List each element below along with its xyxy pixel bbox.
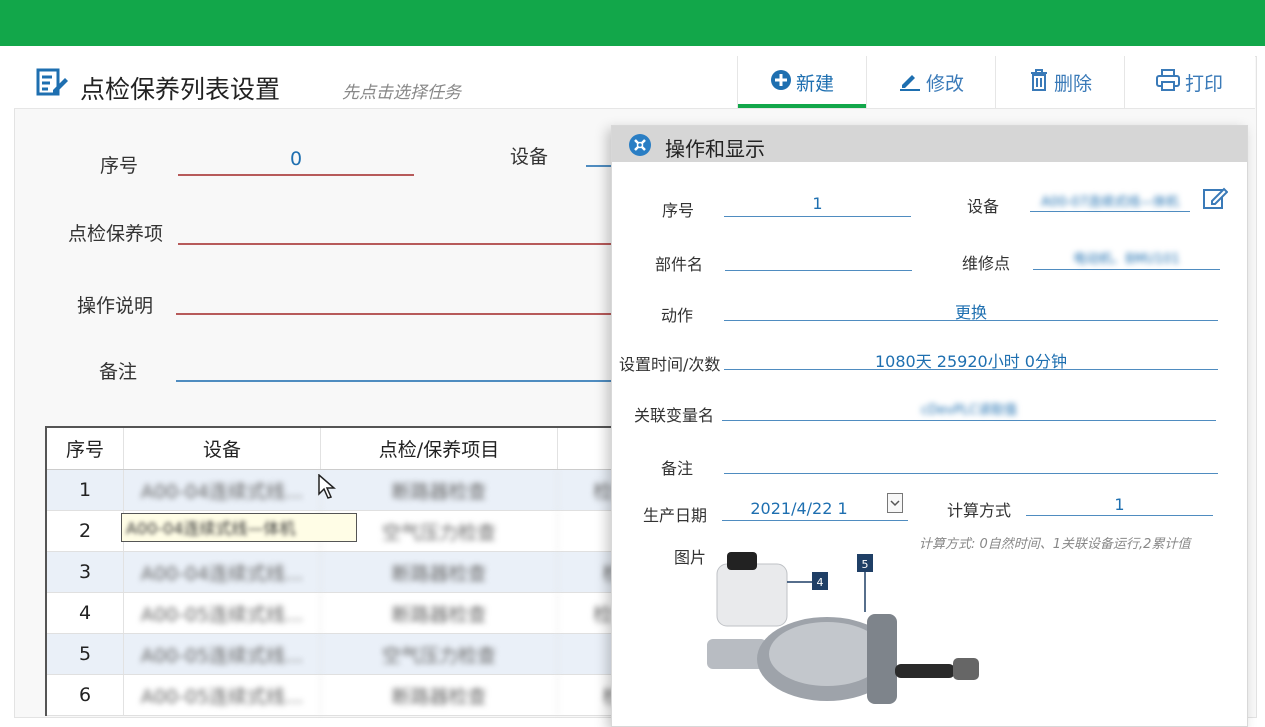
table-row[interactable]: 3 A00-04连续式线... 断路器检查 检 bbox=[47, 552, 667, 593]
panel-repair-value[interactable]: 电动机、BMU101 bbox=[1033, 248, 1220, 267]
edit-button[interactable]: 修改 bbox=[866, 56, 995, 108]
panel-calc-label: 计算方式 bbox=[947, 501, 1012, 520]
new-label: 新建 bbox=[795, 72, 834, 95]
panel-date-line bbox=[722, 520, 908, 521]
panel-calc-value[interactable]: 1 bbox=[1026, 495, 1213, 514]
callout-5: 5 bbox=[862, 558, 869, 571]
item-field[interactable] bbox=[178, 243, 614, 245]
trash-icon bbox=[1028, 68, 1050, 97]
row-item: 断路器检查 bbox=[321, 552, 558, 592]
delete-label: 删除 bbox=[1053, 72, 1092, 95]
page-hint: 先点击选择任务 bbox=[342, 83, 461, 103]
panel-note-label: 备注 bbox=[661, 459, 694, 478]
edit-square-icon[interactable] bbox=[1202, 186, 1229, 214]
panel-device-label: 设备 bbox=[967, 197, 1000, 216]
panel-var-label: 关联变量名 bbox=[634, 406, 715, 425]
panel-var-line bbox=[722, 420, 1216, 421]
table-row[interactable]: 6 A00-05连续式线... 断路器检查 检 bbox=[47, 675, 667, 716]
panel-action-label: 动作 bbox=[661, 306, 694, 325]
panel-action-line bbox=[724, 320, 1218, 321]
header-seq[interactable]: 序号 bbox=[47, 428, 124, 469]
row-item: 断路器检查 bbox=[321, 593, 558, 633]
panel-repair-line bbox=[1033, 269, 1220, 270]
mouse-cursor-icon bbox=[318, 473, 337, 504]
delete-button[interactable]: 删除 bbox=[995, 56, 1124, 108]
row-device: A00-04连续式线... bbox=[124, 470, 321, 510]
title-bar: 点检保养列表设置 先点击选择任务 新建 修改 删除 打印 bbox=[14, 56, 1255, 109]
seq-value[interactable]: 0 bbox=[178, 148, 414, 170]
row-seq: 6 bbox=[47, 675, 124, 715]
device-field-line[interactable] bbox=[586, 165, 614, 167]
panel-date-label: 生产日期 bbox=[643, 506, 708, 525]
tooltip-text: A00-04连续式线—体机 bbox=[126, 519, 296, 538]
table-row[interactable]: 1 A00-04连续式线... 断路器检查 检查 bbox=[47, 470, 667, 511]
desc-label: 操作说明 bbox=[77, 295, 154, 317]
plus-circle-icon bbox=[770, 69, 792, 96]
row-seq: 4 bbox=[47, 593, 124, 633]
seq-field-line bbox=[178, 174, 414, 176]
panel-part-label: 部件名 bbox=[655, 255, 704, 274]
panel-part-line bbox=[725, 270, 912, 271]
edit-label: 修改 bbox=[925, 72, 964, 95]
header-device[interactable]: 设备 bbox=[124, 428, 321, 469]
panel-time-label: 设置时间/次数 bbox=[619, 355, 721, 374]
row-device: A00-05连续式线... bbox=[124, 634, 321, 674]
tools-icon bbox=[628, 133, 652, 161]
print-button[interactable]: 打印 bbox=[1124, 56, 1253, 108]
panel-seq-value[interactable]: 1 bbox=[724, 194, 911, 213]
row-seq: 3 bbox=[47, 552, 124, 592]
desc-field[interactable] bbox=[176, 313, 614, 315]
row-seq: 1 bbox=[47, 470, 124, 510]
top-green-bar bbox=[0, 0, 1265, 46]
panel-device-line bbox=[1030, 211, 1190, 212]
panel-header: 操作和显示 bbox=[612, 126, 1247, 162]
table-row[interactable]: 4 A00-05连续式线... 断路器检查 检查 bbox=[47, 593, 667, 634]
row-device: A00-05连续式线... bbox=[124, 675, 321, 715]
toolbar: 新建 修改 删除 打印 bbox=[737, 56, 1253, 108]
header-item[interactable]: 点检/保养项目 bbox=[321, 428, 558, 469]
panel-seq-line bbox=[724, 216, 911, 217]
part-image[interactable]: 4 5 bbox=[707, 544, 1007, 718]
callout-4: 4 bbox=[817, 576, 824, 589]
checklist-icon bbox=[36, 68, 68, 102]
panel-title: 操作和显示 bbox=[665, 137, 765, 161]
panel-repair-label: 维修点 bbox=[962, 254, 1011, 273]
seq-label: 序号 bbox=[100, 155, 139, 177]
row-seq: 2 bbox=[47, 511, 124, 551]
panel-device-value[interactable]: A00-07连续式线—体机 bbox=[1030, 191, 1190, 210]
operation-panel: 操作和显示 序号 1 设备 A00-07连续式线—体机 部件名 维修点 电动机、… bbox=[611, 125, 1248, 727]
item-label: 点检保养项 bbox=[68, 223, 164, 245]
device-label: 设备 bbox=[510, 146, 549, 168]
note-label: 备注 bbox=[99, 361, 138, 383]
pencil-icon bbox=[898, 69, 922, 96]
row-seq: 5 bbox=[47, 634, 124, 674]
row-device: A00-04连续式线... bbox=[124, 552, 321, 592]
panel-note-line bbox=[724, 473, 1218, 474]
chevron-down-icon bbox=[890, 500, 900, 507]
table-header-row: 序号 设备 点检/保养项目 bbox=[47, 428, 667, 470]
panel-time-line bbox=[724, 369, 1218, 370]
new-button[interactable]: 新建 bbox=[737, 56, 866, 108]
task-table: 序号 设备 点检/保养项目 1 A00-04连续式线... 断路器检查 检查 2… bbox=[45, 426, 667, 716]
date-dropdown-button[interactable] bbox=[887, 493, 903, 513]
panel-image-label: 图片 bbox=[674, 548, 707, 567]
device-tooltip: A00-04连续式线—体机 bbox=[121, 513, 357, 542]
row-device: A00-05连续式线... bbox=[124, 593, 321, 633]
panel-seq-label: 序号 bbox=[662, 201, 695, 220]
print-label: 打印 bbox=[1184, 72, 1223, 95]
row-item: 断路器检查 bbox=[321, 675, 558, 715]
printer-icon bbox=[1155, 68, 1181, 97]
note-field[interactable] bbox=[176, 380, 614, 382]
row-item: 断路器检查 bbox=[321, 470, 558, 510]
table-row[interactable]: 5 A00-05连续式线... 空气压力检查 bbox=[47, 634, 667, 675]
row-item: 空气压力检查 bbox=[321, 634, 558, 674]
panel-var-value[interactable]: cDevPLC读取值 bbox=[722, 399, 1216, 418]
page-title: 点检保养列表设置 bbox=[80, 75, 281, 104]
panel-calc-line bbox=[1026, 515, 1213, 516]
panel-date-value[interactable]: 2021/4/22 1 bbox=[724, 499, 874, 518]
